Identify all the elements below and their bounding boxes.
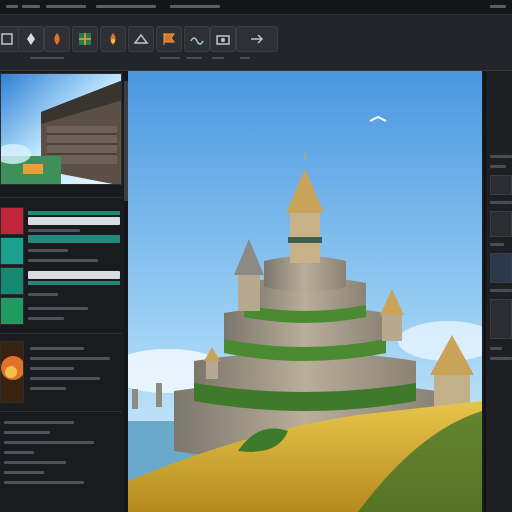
panel-row [490,155,512,158]
toolbar-label [160,57,180,59]
divider [0,411,122,412]
material-swatch[interactable] [0,207,24,235]
list-row-text [28,317,64,320]
pin-icon [27,33,35,45]
panel-row [490,165,506,168]
asset-label [30,387,66,390]
list-row-field[interactable] [28,271,120,279]
scale-icon [133,33,149,44]
right-panel [484,71,512,512]
property-row [4,441,94,444]
asset-thumbnail[interactable] [0,341,24,403]
list-row-accent [28,281,120,285]
camera-icon [216,35,230,45]
menu-item[interactable] [96,5,156,8]
asset-label [30,367,74,370]
flame-icon [54,33,60,45]
grid-icon [79,33,91,45]
property-row [4,461,66,464]
fire-tool-button-2[interactable] [100,26,126,52]
asset-label [30,347,84,350]
arrow-tool-button[interactable] [236,26,278,52]
panel-row [490,289,512,292]
select-tool-button[interactable] [0,26,20,52]
property-row [4,421,74,424]
property-row [4,481,84,484]
list-row-text [28,259,98,262]
panel-row [490,357,512,360]
list-row-text [28,293,58,296]
castle-render-image [128,71,482,512]
scene-preview-image [1,74,121,184]
wave-tool-button[interactable] [184,26,210,52]
menu-item[interactable] [6,5,18,8]
menu-item[interactable] [46,5,86,8]
material-swatch[interactable] [0,267,24,295]
panel-control[interactable] [490,299,512,339]
material-swatch[interactable] [0,237,24,265]
fire-asset-image [1,342,23,402]
toolbar [0,15,512,71]
panel-row [490,347,502,350]
pin-tool-button[interactable] [18,26,44,52]
left-panel [0,71,126,512]
menu-item[interactable] [22,5,40,8]
property-row [4,451,34,454]
property-row [4,471,44,474]
menu-item[interactable] [170,5,220,8]
divider [0,333,122,334]
scene-thumbnail[interactable] [0,73,122,185]
list-row-text [28,229,80,232]
fire-tool-button[interactable] [44,26,70,52]
toolbar-label [186,57,202,59]
select-icon [1,33,13,45]
asset-label [30,377,100,380]
flame-icon [110,33,116,45]
camera-tool-button[interactable] [210,26,236,52]
property-row [4,431,50,434]
window-controls[interactable] [490,5,506,8]
divider [0,197,122,198]
panel-row [490,201,512,204]
panel-control[interactable] [490,253,512,283]
toolbar-label [212,57,224,59]
render-viewport[interactable] [128,71,482,512]
material-swatch[interactable] [0,297,24,325]
list-row-field[interactable] [28,235,120,243]
wave-icon [190,37,204,45]
list-row-field[interactable] [28,217,120,225]
panel-row [490,243,504,246]
toolbar-label [240,57,250,59]
orange-flag-icon [163,33,175,45]
toolbar-label [30,57,64,59]
asset-label [30,357,110,360]
list-row-text [28,307,88,310]
scale-tool-button[interactable] [128,26,154,52]
panel-control[interactable] [490,175,512,195]
arrow-icon [251,34,264,44]
orange-flag-button[interactable] [156,26,182,52]
grid-tool-button[interactable] [72,26,98,52]
list-row-text [28,249,68,252]
panel-control[interactable] [490,211,512,237]
menu-bar [0,0,512,15]
list-row-accent [28,211,120,215]
